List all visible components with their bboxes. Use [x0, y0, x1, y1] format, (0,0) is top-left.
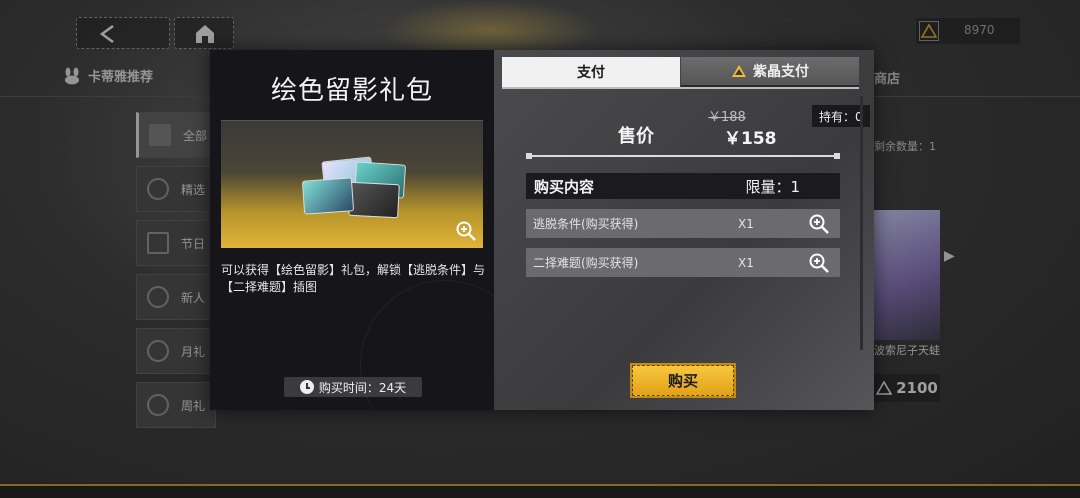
zoom-in-icon[interactable] [808, 213, 830, 235]
zoom-in-icon[interactable] [455, 220, 477, 242]
price-label: 售价 [618, 126, 654, 147]
pack-info-panel: 绘色留影礼包 可以获得【绘色留影】礼包，解锁【逃脱条件】与【二择难题】插图 购买… [210, 50, 494, 410]
purchase-limit: 限量：1 [745, 177, 800, 196]
contents-header: 购买内容 限量：1 [526, 173, 840, 199]
contents-title: 购买内容 [534, 177, 595, 196]
original-price: ￥188 [708, 110, 746, 125]
sale-price: ￥158 [724, 129, 777, 149]
price-divider [526, 153, 840, 159]
pack-description: 可以获得【绘色留影】礼包，解锁【逃脱条件】与【二择难题】插图 [221, 263, 486, 294]
purchase-time-label: 购买时间：24天 [318, 380, 407, 395]
list-item: 逃脱条件(购买获得) X1 [526, 209, 840, 238]
list-item: 二择难题(购买获得) X1 [526, 248, 840, 277]
scrollbar[interactable] [860, 96, 863, 350]
card-stack-image [301, 156, 413, 219]
buy-button[interactable]: 购买 [632, 365, 734, 396]
tab-underline [502, 87, 859, 89]
item-name: 逃脱条件(购买获得) [533, 217, 639, 231]
purchase-time-badge: 购买时间：24天 [284, 377, 422, 397]
card-illustration [301, 177, 355, 215]
tab-pay[interactable]: 支付 [502, 57, 680, 87]
item-quantity: X1 [738, 255, 754, 270]
pack-preview-image [221, 120, 483, 248]
clock-icon [299, 380, 314, 394]
tab-label: 紫晶支付 [753, 64, 809, 80]
payment-panel: 支付 紫晶支付 持有：0 售价 ￥188 ￥158 购买内容 限量：1 逃脱条件… [494, 50, 874, 410]
card-illustration [348, 181, 400, 219]
item-quantity: X1 [738, 216, 754, 231]
zoom-in-icon[interactable] [808, 252, 830, 274]
purchase-dialog: 绘色留影礼包 可以获得【绘色留影】礼包，解锁【逃脱条件】与【二择难题】插图 购买… [210, 50, 874, 410]
pack-title: 绘色留影礼包 [270, 76, 433, 106]
tab-crystal-pay[interactable]: 紫晶支付 [681, 57, 859, 87]
crystal-currency-icon [732, 65, 746, 77]
item-name: 二择难题(购买获得) [533, 256, 639, 270]
